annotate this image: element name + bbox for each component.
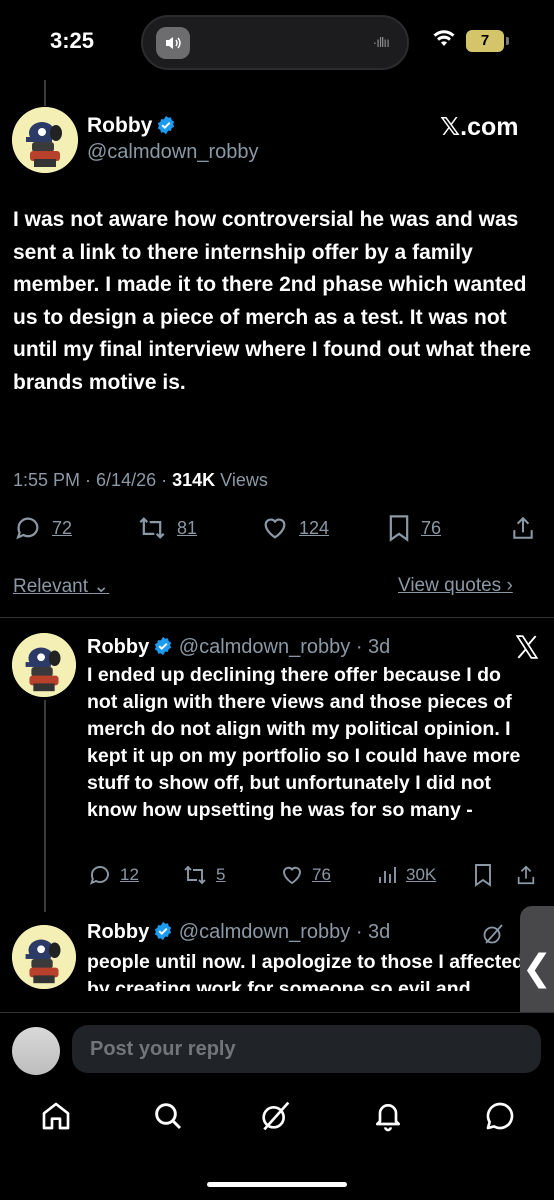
share-icon: [517, 865, 535, 885]
view-quotes-label: View quotes: [398, 575, 502, 596]
views-label: Views: [220, 470, 268, 490]
thread-connector: [44, 700, 46, 912]
tweet-time[interactable]: 1:55 PM: [13, 470, 80, 490]
reply-author-name[interactable]: Robby: [87, 636, 149, 658]
share-button[interactable]: [515, 863, 537, 887]
reply-icon: [89, 866, 109, 885]
avatar-illustration: [12, 633, 76, 697]
repost-button[interactable]: 5: [181, 863, 225, 887]
chevron-right-icon: ›: [506, 575, 513, 596]
tweet-meta: 1:55 PM · 6/14/26 · 314K Views: [13, 470, 268, 490]
author-handle[interactable]: @calmdown_robby: [87, 141, 259, 164]
heart-icon: [283, 866, 301, 885]
reply-avatar[interactable]: [12, 925, 76, 989]
audio-wave-icon: ·ıllıı: [372, 34, 390, 50]
reply-header[interactable]: Robby @calmdown_robby · 3d: [87, 921, 390, 944]
reply-author-name[interactable]: Robby: [87, 921, 149, 943]
avatar[interactable]: [12, 107, 78, 173]
share-icon: [513, 516, 533, 539]
like-button[interactable]: 76: [279, 863, 331, 887]
tweet-text: I was not aware how controversial he was…: [13, 208, 532, 394]
verified-badge-icon: [158, 115, 175, 135]
home-icon[interactable]: [40, 1100, 72, 1137]
search-icon[interactable]: [152, 1100, 184, 1137]
reply-handle[interactable]: @calmdown_robby · 3d: [179, 921, 391, 943]
bookmark-count: 76: [421, 517, 442, 538]
home-indicator: [207, 1182, 347, 1187]
chevron-left-icon: ❮: [521, 947, 553, 988]
view-quotes-link[interactable]: View quotes ›: [398, 575, 513, 597]
tweet-actions: 72 81 124 76: [0, 512, 554, 546]
repost-icon: [139, 517, 165, 539]
status-bar: 3:25 ·ıllıı 7: [0, 0, 554, 90]
source-badge: 𝕏.com: [440, 113, 519, 141]
battery-indicator: 7: [466, 30, 509, 52]
repost-count: 81: [177, 517, 198, 538]
tweet-date[interactable]: 6/14/26: [96, 470, 156, 490]
dynamic-island: ·ıllıı: [141, 15, 409, 70]
messages-icon[interactable]: [484, 1100, 516, 1137]
sort-relevant-label: Relevant: [13, 576, 88, 597]
repost-icon: [184, 865, 206, 885]
chevron-down-icon: ⌄: [93, 576, 110, 597]
views-button[interactable]: 30K: [377, 863, 436, 887]
notifications-icon[interactable]: [372, 1100, 404, 1137]
speaker-icon: [156, 27, 190, 59]
reply-button[interactable]: 12: [87, 863, 139, 887]
reply-icon: [16, 517, 39, 540]
status-time: 3:25: [50, 28, 95, 53]
user-avatar[interactable]: [12, 1027, 60, 1075]
grok-icon[interactable]: [481, 922, 505, 951]
bookmark-icon: [389, 515, 409, 542]
reply-header[interactable]: Robby @calmdown_robby · 3d: [87, 636, 390, 659]
share-button[interactable]: [510, 514, 536, 542]
views-count: 30K: [406, 865, 437, 884]
reply-handle[interactable]: @calmdown_robby · 3d: [179, 636, 391, 658]
x-logo-icon: [514, 634, 540, 665]
bookmark-button[interactable]: 76: [386, 514, 441, 542]
repost-button[interactable]: 81: [136, 514, 197, 542]
bookmark-button[interactable]: [472, 863, 494, 887]
avatar-illustration: [12, 925, 76, 989]
thread-connector: [44, 80, 46, 106]
verified-badge-icon: [155, 636, 172, 656]
repost-count: 5: [216, 865, 226, 884]
heart-icon: [264, 518, 286, 539]
reply-composer: Post your reply: [0, 1012, 554, 1082]
like-count: 76: [312, 865, 331, 884]
reply-count: 12: [120, 865, 139, 884]
reply-text: people until now. I apologize to those I…: [87, 951, 524, 991]
reply-button[interactable]: 72: [13, 514, 72, 542]
divider: [0, 617, 554, 618]
reply-text: I ended up declining there offer because…: [87, 664, 521, 821]
avatar-illustration: [12, 107, 78, 173]
like-button[interactable]: 124: [260, 514, 329, 542]
author-name-text[interactable]: Robby: [87, 114, 152, 137]
wifi-icon: [432, 28, 456, 53]
analytics-icon: [379, 867, 396, 883]
grok-icon[interactable]: [259, 1100, 291, 1137]
verified-badge-icon: [155, 921, 172, 941]
sort-relevant-dropdown[interactable]: Relevant ⌄: [13, 575, 109, 598]
bookmark-icon: [475, 864, 491, 887]
reply-avatar[interactable]: [12, 633, 76, 697]
like-count: 124: [299, 517, 330, 538]
reply-count: 72: [52, 517, 73, 538]
reply-input[interactable]: Post your reply: [72, 1025, 541, 1073]
views-count: 314K: [172, 470, 216, 490]
author-name[interactable]: Robby: [87, 114, 176, 138]
